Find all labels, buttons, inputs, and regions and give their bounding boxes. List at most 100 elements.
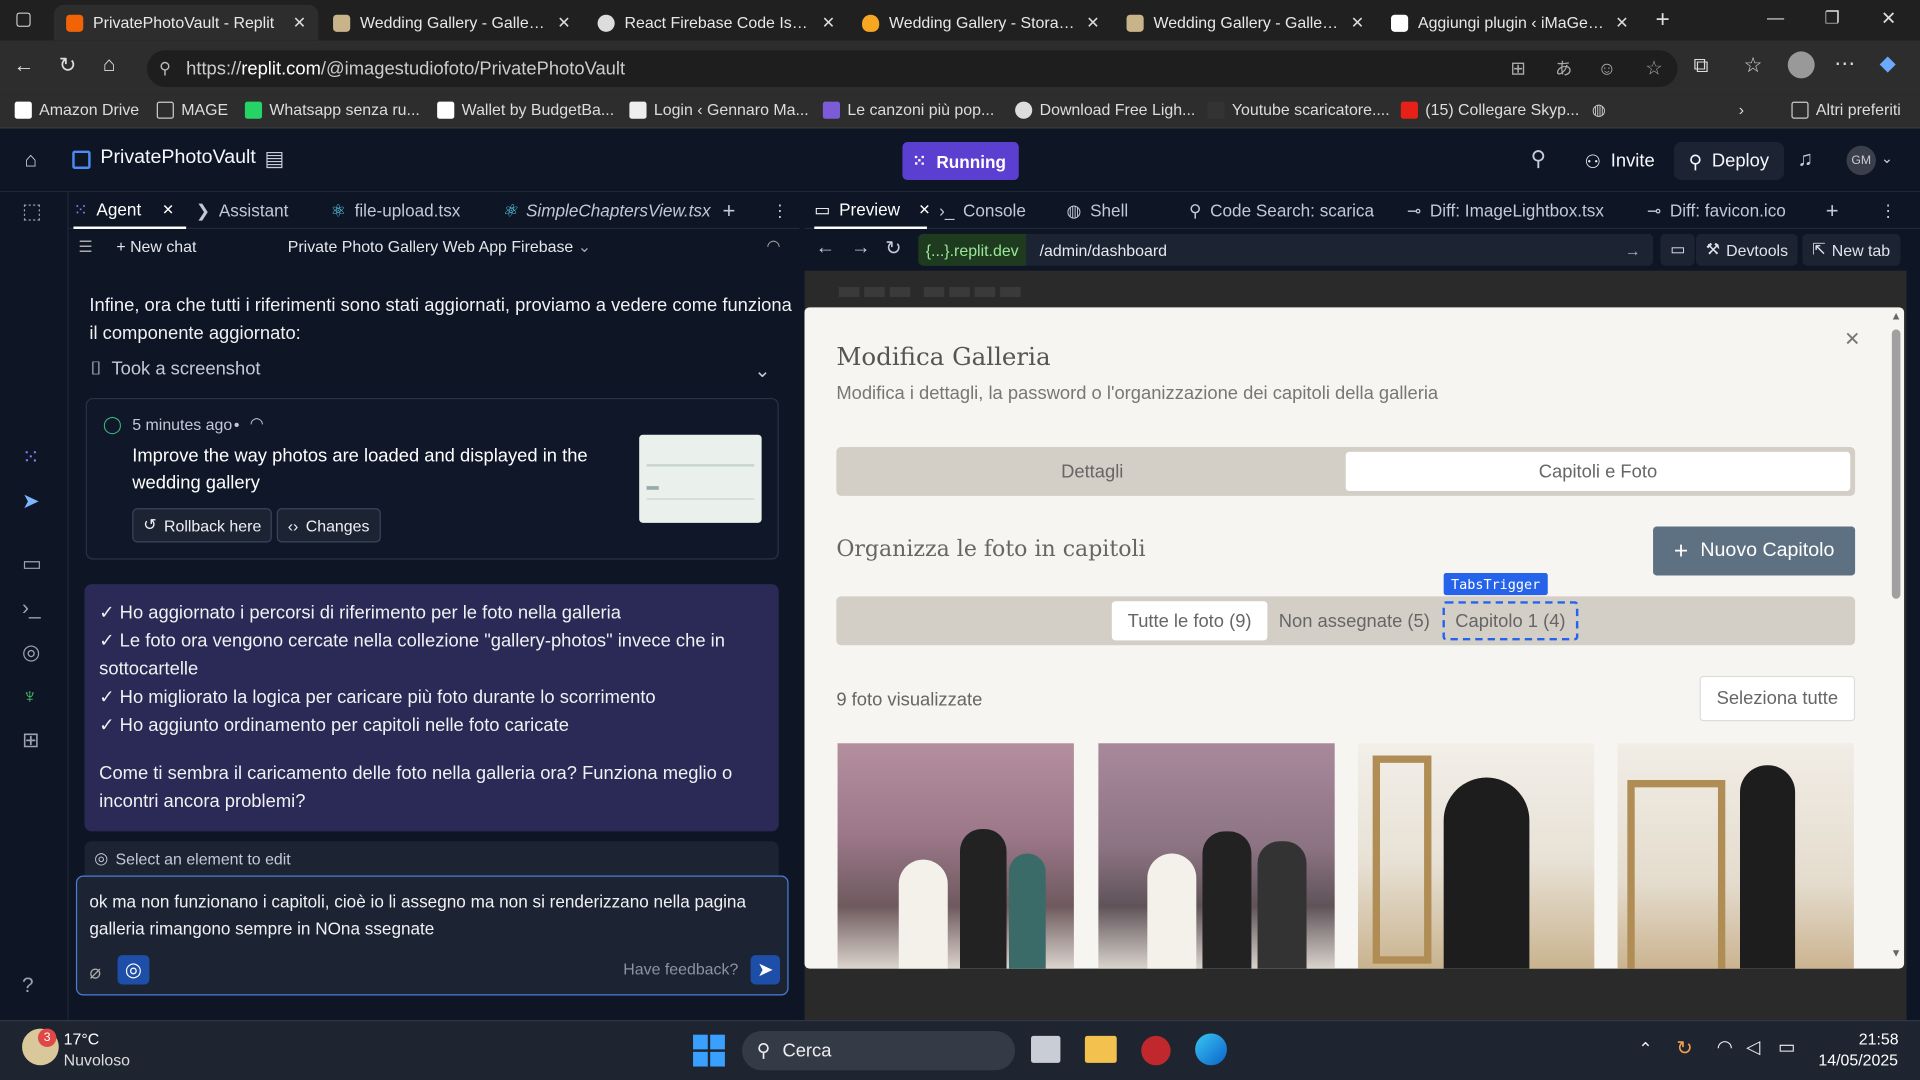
- feedback-link[interactable]: Have feedback?: [623, 960, 738, 978]
- monitor-icon[interactable]: ▭: [22, 552, 42, 576]
- bookmark-mage[interactable]: MAGE: [156, 100, 228, 119]
- changes-button[interactable]: ‹› Changes: [276, 508, 381, 543]
- tab-actions-icon[interactable]: ▢: [15, 7, 32, 30]
- tab-chapter-1[interactable]: Capitolo 1 (4): [1442, 601, 1579, 641]
- edge-icon[interactable]: [1195, 1033, 1227, 1066]
- start-icon[interactable]: [693, 1034, 725, 1067]
- history-icon[interactable]: ☰: [78, 238, 92, 258]
- screenshot-action[interactable]: ⌷ Took a screenshot: [91, 359, 261, 380]
- chat-title[interactable]: Private Photo Gallery Web App Firebase ⌄: [288, 238, 591, 258]
- bookmark-wallet[interactable]: Wallet by BudgetBa...: [437, 100, 614, 119]
- chevron-up-icon[interactable]: ⌃: [1638, 1038, 1652, 1059]
- add-tab-icon[interactable]: +: [722, 192, 735, 229]
- sync-icon[interactable]: ↻: [1676, 1036, 1692, 1060]
- home-icon[interactable]: ⌂: [103, 53, 116, 77]
- chat-input-text[interactable]: ok ma non funzionano i capitoli, cioè io…: [89, 888, 746, 942]
- add-tab-icon[interactable]: +: [1826, 192, 1839, 229]
- grid-icon[interactable]: ⊞: [22, 729, 39, 753]
- bookmark-whatsapp[interactable]: Whatsapp senza ru...: [244, 100, 420, 119]
- minimize-icon[interactable]: —: [1767, 7, 1784, 27]
- project-name[interactable]: PrivatePhotoVault: [100, 147, 255, 169]
- bookmark-amazon[interactable]: Amazon Drive: [14, 100, 139, 119]
- volume-icon[interactable]: ◁: [1746, 1036, 1760, 1058]
- invite-button[interactable]: ⚇ Invite: [1569, 142, 1666, 181]
- browser-tab-plugin[interactable]: Aggiungi plugin ‹ iMaGe stu ✕: [1379, 5, 1641, 41]
- run-grid-icon[interactable]: ⁙: [22, 446, 39, 470]
- tab-all-photos[interactable]: Tutte le foto (9): [1111, 601, 1268, 641]
- tab-diff-lightbox[interactable]: ⊸ Diff: ImageLightbox.tsx: [1407, 192, 1604, 229]
- select-element-bar[interactable]: ◎ Select an element to edit: [84, 841, 779, 876]
- site-info-icon[interactable]: ⚲: [159, 59, 171, 79]
- home-icon[interactable]: ⌂: [24, 148, 37, 172]
- chevron-down-icon[interactable]: ⌄: [754, 359, 770, 383]
- gallery-photo[interactable]: [1617, 743, 1854, 969]
- preview-url-field[interactable]: {...}.replit.dev /admin/dashboard →: [918, 233, 1654, 266]
- browser-tab-replit[interactable]: PrivatePhotoVault - Replit ✕: [53, 4, 319, 41]
- tab-diff-favicon[interactable]: ⊸ Diff: favicon.ico: [1647, 192, 1786, 229]
- browser-tab-storage[interactable]: Wedding Gallery - Storage - ✕: [850, 5, 1112, 41]
- device-icon[interactable]: ▭: [1660, 233, 1696, 266]
- running-button[interactable]: ⁙ Running: [902, 142, 1019, 181]
- close-icon[interactable]: ✕: [557, 13, 570, 33]
- tab-preview[interactable]: ▭ Preview ✕: [814, 192, 931, 229]
- new-tab-button[interactable]: ⇱ New tab: [1802, 233, 1900, 266]
- scroll-up-icon[interactable]: ▲: [1891, 310, 1902, 322]
- gallery-photo[interactable]: [1357, 743, 1595, 969]
- bookmark-youtube[interactable]: (15) Collegare Skyp...: [1400, 100, 1579, 119]
- favorites-icon[interactable]: ☆: [1744, 54, 1763, 78]
- clock-date[interactable]: 14/05/2025: [1818, 1051, 1898, 1069]
- more-vertical-icon[interactable]: ⋮: [771, 192, 788, 229]
- close-icon[interactable]: ✕: [1351, 13, 1364, 33]
- browser-tab-wedding-1[interactable]: Wedding Gallery - Gallerie Fo ✕: [321, 5, 583, 41]
- url-field[interactable]: ⚲ https://replit.com/@imagestudiofoto/Pr…: [146, 50, 1678, 87]
- bookmark-globe[interactable]: ◍: [1592, 100, 1606, 120]
- scrollbar-thumb[interactable]: [1891, 329, 1901, 599]
- chat-input[interactable]: ok ma non funzionano i capitoli, cioè io…: [75, 875, 789, 996]
- bookmark-canzoni[interactable]: Le canzoni più pop...: [822, 100, 994, 119]
- tab-assistant[interactable]: ❯ Assistant: [196, 192, 289, 229]
- taskbar-search[interactable]: ⚲ Cerca: [742, 1031, 1016, 1071]
- more-vertical-icon[interactable]: ⋮: [1880, 192, 1897, 229]
- tab-chapters-photos[interactable]: Capitoli e Foto: [1345, 451, 1851, 492]
- rollback-button[interactable]: ↺ Rollback here: [132, 508, 273, 543]
- more-icon[interactable]: ⋯: [1834, 51, 1855, 75]
- close-icon[interactable]: ✕: [293, 13, 306, 33]
- chevron-down-icon[interactable]: ⌄: [1881, 149, 1893, 166]
- deploy-button[interactable]: ⚲ Deploy: [1673, 142, 1785, 181]
- tab-code-search[interactable]: ⚲ Code Search: scarica: [1189, 192, 1374, 229]
- layout-icon[interactable]: ▤: [264, 147, 284, 171]
- close-icon[interactable]: ✕: [822, 13, 835, 33]
- other-bookmarks[interactable]: Altri preferiti: [1791, 100, 1901, 119]
- battery-icon[interactable]: ▭: [1778, 1036, 1795, 1058]
- close-icon[interactable]: ✕: [918, 201, 930, 218]
- new-chat-button[interactable]: + New chat: [116, 238, 196, 256]
- tab-file-upload[interactable]: ⚛ file-upload.tsx: [331, 192, 461, 229]
- close-icon[interactable]: ✕: [1844, 327, 1860, 351]
- gallery-photo[interactable]: [1098, 743, 1335, 969]
- extension-icon[interactable]: ☺: [1598, 58, 1617, 79]
- avatar[interactable]: GM: [1846, 145, 1876, 176]
- help-icon[interactable]: ?: [22, 973, 34, 997]
- copilot-icon[interactable]: ◆: [1880, 51, 1896, 75]
- close-icon[interactable]: ✕: [1086, 13, 1099, 33]
- modal-scrollbar[interactable]: ▲ ▼: [1888, 307, 1904, 968]
- star-icon[interactable]: ☆: [1645, 56, 1663, 80]
- screenshot-thumbnail[interactable]: [639, 434, 762, 523]
- reload-icon[interactable]: ↻: [59, 54, 76, 78]
- new-chapter-button[interactable]: + Nuovo Capitolo: [1653, 526, 1856, 576]
- agent-nav-icon[interactable]: ⬚: [22, 200, 42, 224]
- clock-time[interactable]: 21:58: [1859, 1030, 1899, 1048]
- gauge-icon[interactable]: ◠: [767, 236, 781, 256]
- tab-console[interactable]: ›_ Console: [939, 192, 1026, 229]
- element-select-icon[interactable]: ◎: [117, 955, 150, 985]
- bookmark-youtube-dl[interactable]: Youtube scaricatore....: [1207, 100, 1390, 119]
- bookmarks-overflow[interactable]: ›: [1739, 100, 1744, 118]
- close-icon[interactable]: ✕: [162, 201, 174, 218]
- scroll-down-icon[interactable]: ▼: [1891, 947, 1902, 959]
- go-arrow-icon[interactable]: →: [1625, 241, 1641, 259]
- app-icon[interactable]: [1141, 1035, 1171, 1066]
- window-close-icon[interactable]: ✕: [1881, 7, 1896, 30]
- profile-avatar[interactable]: [1787, 51, 1815, 79]
- bell-icon[interactable]: ♫: [1798, 147, 1814, 171]
- back-arrow-icon[interactable]: ←: [816, 238, 836, 260]
